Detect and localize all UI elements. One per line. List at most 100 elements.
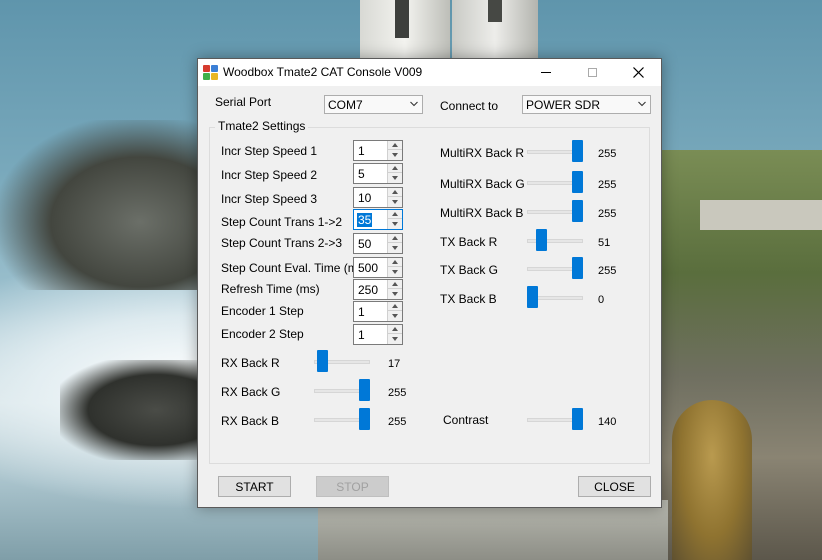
spinner-up-button[interactable] — [387, 210, 402, 219]
chevron-down-icon — [410, 101, 418, 107]
slider-value: 255 — [598, 148, 617, 160]
color-slider[interactable] — [527, 257, 583, 281]
wallpaper-lighthouse-window-2 — [488, 0, 502, 22]
maximize-icon — [587, 68, 597, 77]
spinner-up-button[interactable] — [387, 188, 402, 197]
spinner-label: Encoder 1 Step — [221, 304, 304, 318]
start-button[interactable]: START — [218, 476, 291, 497]
contrast-slider[interactable] — [527, 408, 583, 432]
slider-label: TX Back B — [440, 292, 497, 306]
arrow-down-icon — [392, 222, 398, 226]
serial-port-select[interactable]: COM7 — [324, 95, 423, 114]
arrow-up-icon — [392, 327, 398, 331]
contrast-value: 140 — [598, 416, 617, 428]
spinner-down-button[interactable] — [387, 289, 402, 299]
color-slider[interactable] — [314, 379, 370, 403]
contrast-label: Contrast — [443, 413, 489, 427]
spinner-down-button[interactable] — [387, 311, 402, 321]
color-slider[interactable] — [314, 350, 370, 374]
spinner-value[interactable]: 1 — [358, 305, 365, 319]
numeric-spinner[interactable]: 50 — [353, 233, 403, 254]
slider-thumb[interactable] — [317, 350, 328, 372]
numeric-spinner[interactable]: 5 — [353, 163, 403, 184]
slider-value: 0 — [598, 294, 605, 306]
numeric-spinner[interactable]: 1 — [353, 140, 403, 161]
spinner-down-button[interactable] — [387, 150, 402, 160]
slider-thumb[interactable] — [527, 286, 538, 308]
spinner-buttons — [387, 234, 402, 253]
numeric-spinner[interactable]: 250 — [353, 279, 403, 300]
numeric-spinner[interactable]: 1 — [353, 301, 403, 322]
slider-value: 255 — [598, 179, 617, 191]
window-title: Woodbox Tmate2 CAT Console V009 — [223, 65, 423, 79]
spinner-down-button[interactable] — [387, 219, 402, 229]
spinner-label: Incr Step Speed 2 — [221, 168, 318, 182]
spinner-value[interactable]: 35 — [357, 213, 373, 227]
serial-port-label: Serial Port — [215, 95, 272, 109]
minimize-button[interactable] — [523, 59, 569, 86]
arrow-up-icon — [392, 190, 398, 194]
arrow-down-icon — [392, 314, 398, 318]
slider-value: 255 — [598, 208, 617, 220]
slider-thumb[interactable] — [572, 408, 583, 430]
numeric-spinner[interactable]: 10 — [353, 187, 403, 208]
spinner-down-button[interactable] — [387, 173, 402, 183]
slider-thumb[interactable] — [572, 200, 583, 222]
slider-thumb[interactable] — [359, 408, 370, 430]
stop-button[interactable]: STOP — [316, 476, 389, 497]
spinner-down-button[interactable] — [387, 334, 402, 344]
group-title: Tmate2 Settings — [215, 119, 309, 133]
slider-thumb[interactable] — [572, 257, 583, 279]
spinner-up-button[interactable] — [387, 325, 402, 334]
minimize-icon — [541, 72, 551, 73]
arrow-down-icon — [392, 270, 398, 274]
color-slider[interactable] — [527, 140, 583, 164]
color-slider[interactable] — [527, 200, 583, 224]
spinner-down-button[interactable] — [387, 197, 402, 207]
wallpaper-wall — [700, 200, 822, 230]
spinner-up-button[interactable] — [387, 141, 402, 150]
spinner-value[interactable]: 5 — [358, 167, 365, 181]
close-window-button[interactable] — [615, 59, 661, 86]
spinner-value[interactable]: 1 — [358, 328, 365, 342]
slider-thumb[interactable] — [359, 379, 370, 401]
numeric-spinner[interactable]: 35 — [353, 209, 403, 230]
close-button[interactable]: CLOSE — [578, 476, 651, 497]
color-slider[interactable] — [527, 171, 583, 195]
spinner-value[interactable]: 50 — [358, 237, 371, 251]
spinner-down-button[interactable] — [387, 243, 402, 253]
arrow-down-icon — [392, 200, 398, 204]
arrow-up-icon — [392, 143, 398, 147]
arrow-up-icon — [392, 236, 398, 240]
color-slider[interactable] — [314, 408, 370, 432]
spinner-up-button[interactable] — [387, 234, 402, 243]
slider-thumb[interactable] — [572, 140, 583, 162]
arrow-down-icon — [392, 153, 398, 157]
color-slider[interactable] — [527, 229, 583, 253]
arrow-up-icon — [392, 166, 398, 170]
spinner-up-button[interactable] — [387, 164, 402, 173]
connect-to-select[interactable]: POWER SDR — [522, 95, 651, 114]
color-slider[interactable] — [527, 286, 583, 310]
slider-label: MultiRX Back G — [440, 177, 525, 191]
numeric-spinner[interactable]: 1 — [353, 324, 403, 345]
spinner-value[interactable]: 1 — [358, 144, 365, 158]
spinner-up-button[interactable] — [387, 302, 402, 311]
spinner-value[interactable]: 500 — [358, 261, 378, 275]
spinner-down-button[interactable] — [387, 267, 402, 277]
wallpaper-bridge — [318, 500, 668, 560]
slider-thumb[interactable] — [572, 171, 583, 193]
wallpaper-lighthouse-window — [395, 0, 409, 38]
spinner-up-button[interactable] — [387, 258, 402, 267]
spinner-buttons — [387, 280, 402, 299]
spinner-value[interactable]: 250 — [358, 283, 378, 297]
numeric-spinner[interactable]: 500 — [353, 257, 403, 278]
slider-thumb[interactable] — [536, 229, 547, 251]
arrow-down-icon — [392, 246, 398, 250]
title-bar[interactable]: Woodbox Tmate2 CAT Console V009 — [198, 59, 661, 86]
spinner-value[interactable]: 10 — [358, 191, 371, 205]
spinner-up-button[interactable] — [387, 280, 402, 289]
spinner-buttons — [387, 258, 402, 277]
slider-value: 255 — [598, 265, 617, 277]
serial-port-value: COM7 — [328, 98, 363, 112]
